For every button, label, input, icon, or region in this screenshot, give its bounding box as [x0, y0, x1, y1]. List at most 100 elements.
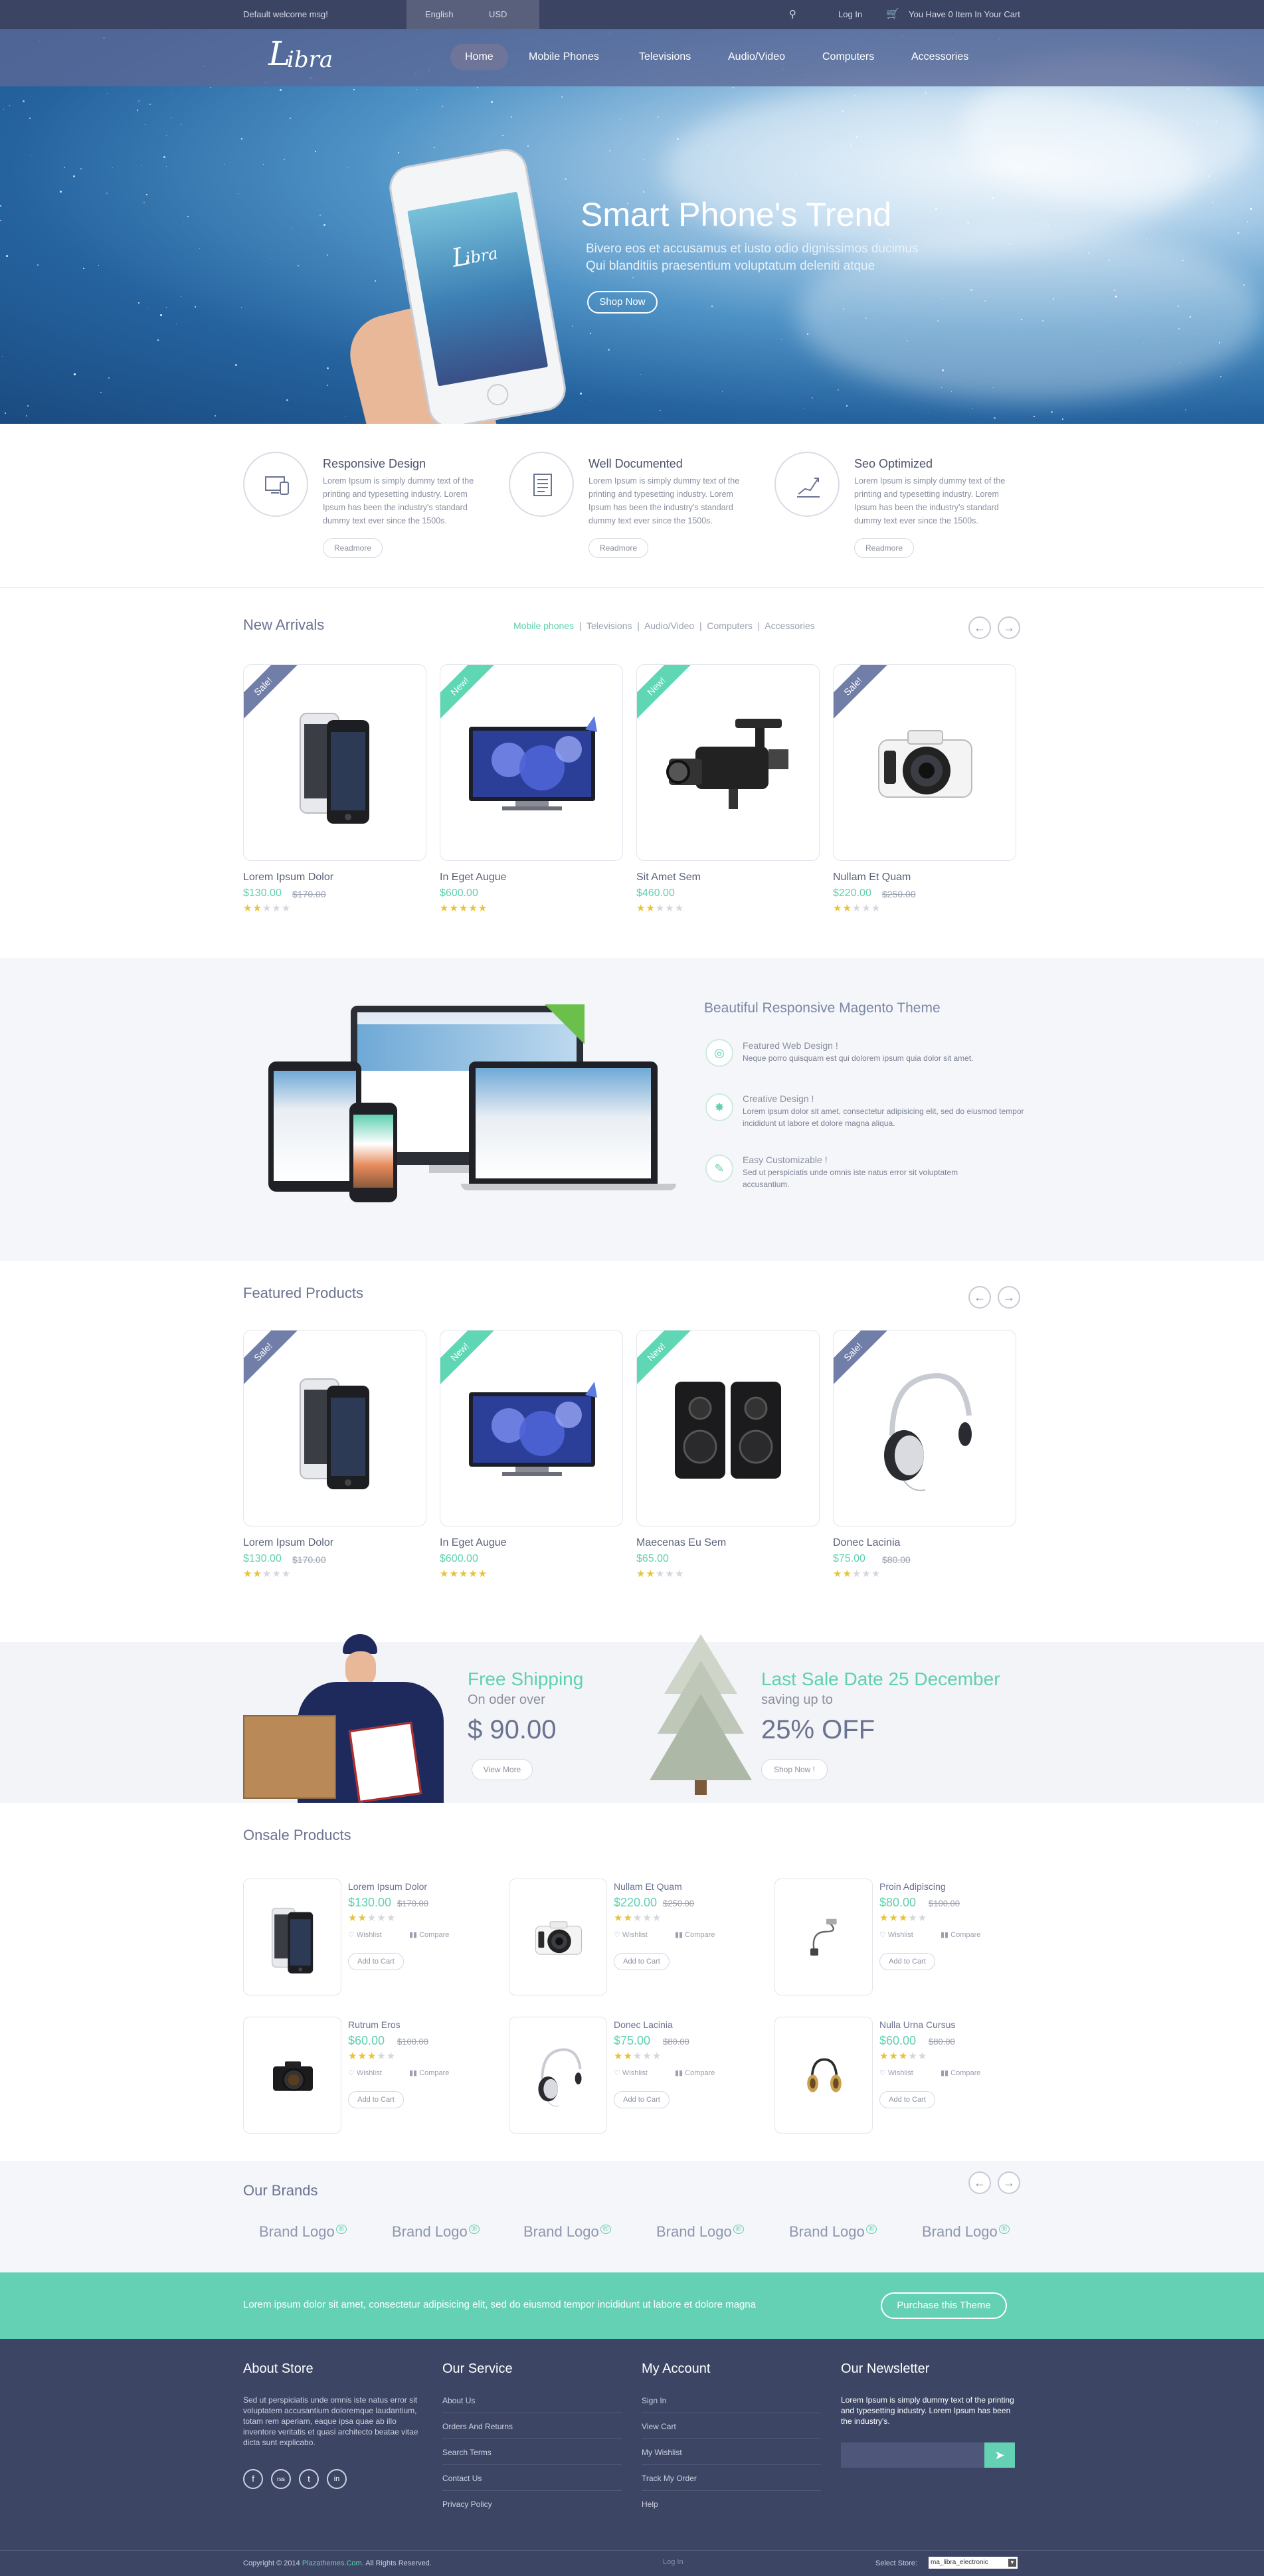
tab-accessories[interactable]: Accessories: [765, 620, 814, 631]
product-card[interactable]: New!: [440, 664, 623, 861]
nav-accessories[interactable]: Accessories: [897, 44, 983, 70]
facebook-icon[interactable]: f: [243, 2469, 263, 2489]
product-card[interactable]: New!: [636, 664, 820, 861]
prev-arrow-icon[interactable]: ←: [968, 2171, 991, 2194]
onsale-product-image[interactable]: [243, 1879, 341, 1995]
product-image[interactable]: [244, 1331, 426, 1526]
product-image[interactable]: [440, 1331, 622, 1526]
logo[interactable]: ibra: [287, 46, 333, 73]
onsale-product-image[interactable]: [509, 2017, 607, 2134]
wishlist-link[interactable]: ♡ Wishlist: [614, 2069, 648, 2077]
tab-audio-video[interactable]: Audio/Video: [644, 620, 694, 631]
product-name[interactable]: Donec Lacinia: [833, 1537, 900, 1549]
onsale-product-image[interactable]: [243, 2017, 341, 2134]
shop-now-sale-button[interactable]: Shop Now !: [761, 1759, 828, 1780]
brand-logo[interactable]: Brand Logo ®: [789, 2223, 877, 2241]
brand-logo[interactable]: Brand Logo ®: [523, 2223, 611, 2241]
onsale-product-name[interactable]: Donec Lacinia: [614, 2019, 673, 2030]
rss-icon[interactable]: rss: [271, 2469, 291, 2489]
onsale-product-name[interactable]: Nullam Et Quam: [614, 1881, 682, 1892]
brand-logo[interactable]: Brand Logo ®: [392, 2223, 480, 2241]
product-card[interactable]: Sale!: [243, 1330, 426, 1526]
footer-link[interactable]: Orders And Returns: [442, 2414, 622, 2439]
onsale-product-name[interactable]: Lorem Ipsum Dolor: [348, 1881, 427, 1892]
compare-link[interactable]: ▮▮ Compare: [409, 1930, 449, 1939]
nav-televisions[interactable]: Televisions: [624, 44, 705, 70]
compare-link[interactable]: ▮▮ Compare: [409, 2069, 449, 2077]
product-card[interactable]: Sale!: [243, 664, 426, 861]
copyright-link[interactable]: Plazathemes.Com: [302, 2559, 362, 2567]
currency-switcher[interactable]: USD: [489, 0, 507, 29]
product-card[interactable]: New!: [440, 1330, 623, 1526]
product-name[interactable]: In Eget Augue: [440, 1537, 507, 1549]
compare-link[interactable]: ▮▮ Compare: [941, 2069, 980, 2077]
wishlist-link[interactable]: ♡ Wishlist: [348, 2069, 382, 2077]
wishlist-link[interactable]: ♡ Wishlist: [348, 1930, 382, 1939]
product-image[interactable]: [834, 1331, 1016, 1526]
wishlist-link[interactable]: ♡ Wishlist: [879, 1930, 913, 1939]
view-more-button[interactable]: View More: [472, 1759, 533, 1780]
prev-arrow-icon[interactable]: ←: [968, 1286, 991, 1309]
language-switcher[interactable]: English: [425, 0, 454, 29]
purchase-theme-button[interactable]: Purchase this Theme: [881, 2292, 1007, 2319]
next-arrow-icon[interactable]: →: [998, 1286, 1020, 1309]
product-image[interactable]: [834, 665, 1016, 860]
newsletter-email-input[interactable]: [841, 2442, 984, 2468]
onsale-product-image[interactable]: [774, 2017, 873, 2134]
compare-link[interactable]: ▮▮ Compare: [675, 2069, 715, 2077]
linkedin-icon[interactable]: in: [327, 2469, 347, 2489]
bottom-login-link[interactable]: Log In: [663, 2558, 683, 2566]
add-to-cart-button[interactable]: Add to Cart: [614, 2091, 670, 2108]
product-image[interactable]: [637, 665, 819, 860]
wishlist-link[interactable]: ♡ Wishlist: [614, 1930, 648, 1939]
add-to-cart-button[interactable]: Add to Cart: [348, 1953, 404, 1970]
brand-logo[interactable]: Brand Logo ®: [259, 2223, 347, 2241]
tab-mobile-phones[interactable]: Mobile phones: [513, 620, 574, 631]
send-icon[interactable]: ➤: [984, 2442, 1015, 2468]
product-card[interactable]: Sale!: [833, 664, 1016, 861]
product-card[interactable]: Sale!: [833, 1330, 1016, 1526]
next-arrow-icon[interactable]: →: [998, 616, 1020, 639]
tab-televisions[interactable]: Televisions: [587, 620, 632, 631]
readmore-button[interactable]: Readmore: [588, 538, 648, 558]
wishlist-link[interactable]: ♡ Wishlist: [879, 2069, 913, 2077]
footer-link[interactable]: View Cart: [642, 2414, 821, 2439]
tab-computers[interactable]: Computers: [707, 620, 752, 631]
footer-link[interactable]: Track My Order: [642, 2466, 821, 2491]
search-icon[interactable]: ⚲: [789, 0, 796, 29]
product-image[interactable]: [637, 1331, 819, 1526]
onsale-product-name[interactable]: Proin Adipiscing: [879, 1881, 946, 1892]
footer-link[interactable]: About Us: [442, 2388, 622, 2413]
onsale-product-name[interactable]: Rutrum Eros: [348, 2019, 401, 2030]
cart-summary[interactable]: You Have 0 Item In Your Cart: [909, 0, 1020, 29]
readmore-button[interactable]: Readmore: [854, 538, 914, 558]
product-image[interactable]: [440, 665, 622, 860]
add-to-cart-button[interactable]: Add to Cart: [348, 2091, 404, 2108]
product-image[interactable]: [244, 665, 426, 860]
footer-link[interactable]: Help: [642, 2492, 821, 2517]
shop-now-button[interactable]: Shop Now: [587, 291, 658, 314]
nav-home[interactable]: Home: [450, 44, 508, 70]
product-name[interactable]: Maecenas Eu Sem: [636, 1537, 726, 1549]
add-to-cart-button[interactable]: Add to Cart: [614, 1953, 670, 1970]
compare-link[interactable]: ▮▮ Compare: [675, 1930, 715, 1939]
add-to-cart-button[interactable]: Add to Cart: [879, 2091, 935, 2108]
footer-link[interactable]: My Wishlist: [642, 2440, 821, 2465]
product-name[interactable]: Lorem Ipsum Dolor: [243, 1537, 333, 1549]
cart-icon[interactable]: 🛒: [886, 0, 899, 29]
nav-computers[interactable]: Computers: [808, 44, 889, 70]
twitter-icon[interactable]: t: [299, 2469, 319, 2489]
onsale-product-image[interactable]: [774, 1879, 873, 1995]
footer-link[interactable]: Privacy Policy: [442, 2492, 622, 2517]
product-name[interactable]: Sit Amet Sem: [636, 872, 701, 883]
nav-mobile-phones[interactable]: Mobile Phones: [514, 44, 614, 70]
prev-arrow-icon[interactable]: ←: [968, 616, 991, 639]
brand-logo[interactable]: Brand Logo ®: [922, 2223, 1010, 2241]
onsale-product-image[interactable]: [509, 1879, 607, 1995]
footer-link[interactable]: Contact Us: [442, 2466, 622, 2491]
footer-link[interactable]: Search Terms: [442, 2440, 622, 2465]
compare-link[interactable]: ▮▮ Compare: [941, 1930, 980, 1939]
brand-logo[interactable]: Brand Logo ®: [656, 2223, 744, 2241]
next-arrow-icon[interactable]: →: [998, 2171, 1020, 2194]
onsale-product-name[interactable]: Nulla Urna Cursus: [879, 2019, 955, 2030]
